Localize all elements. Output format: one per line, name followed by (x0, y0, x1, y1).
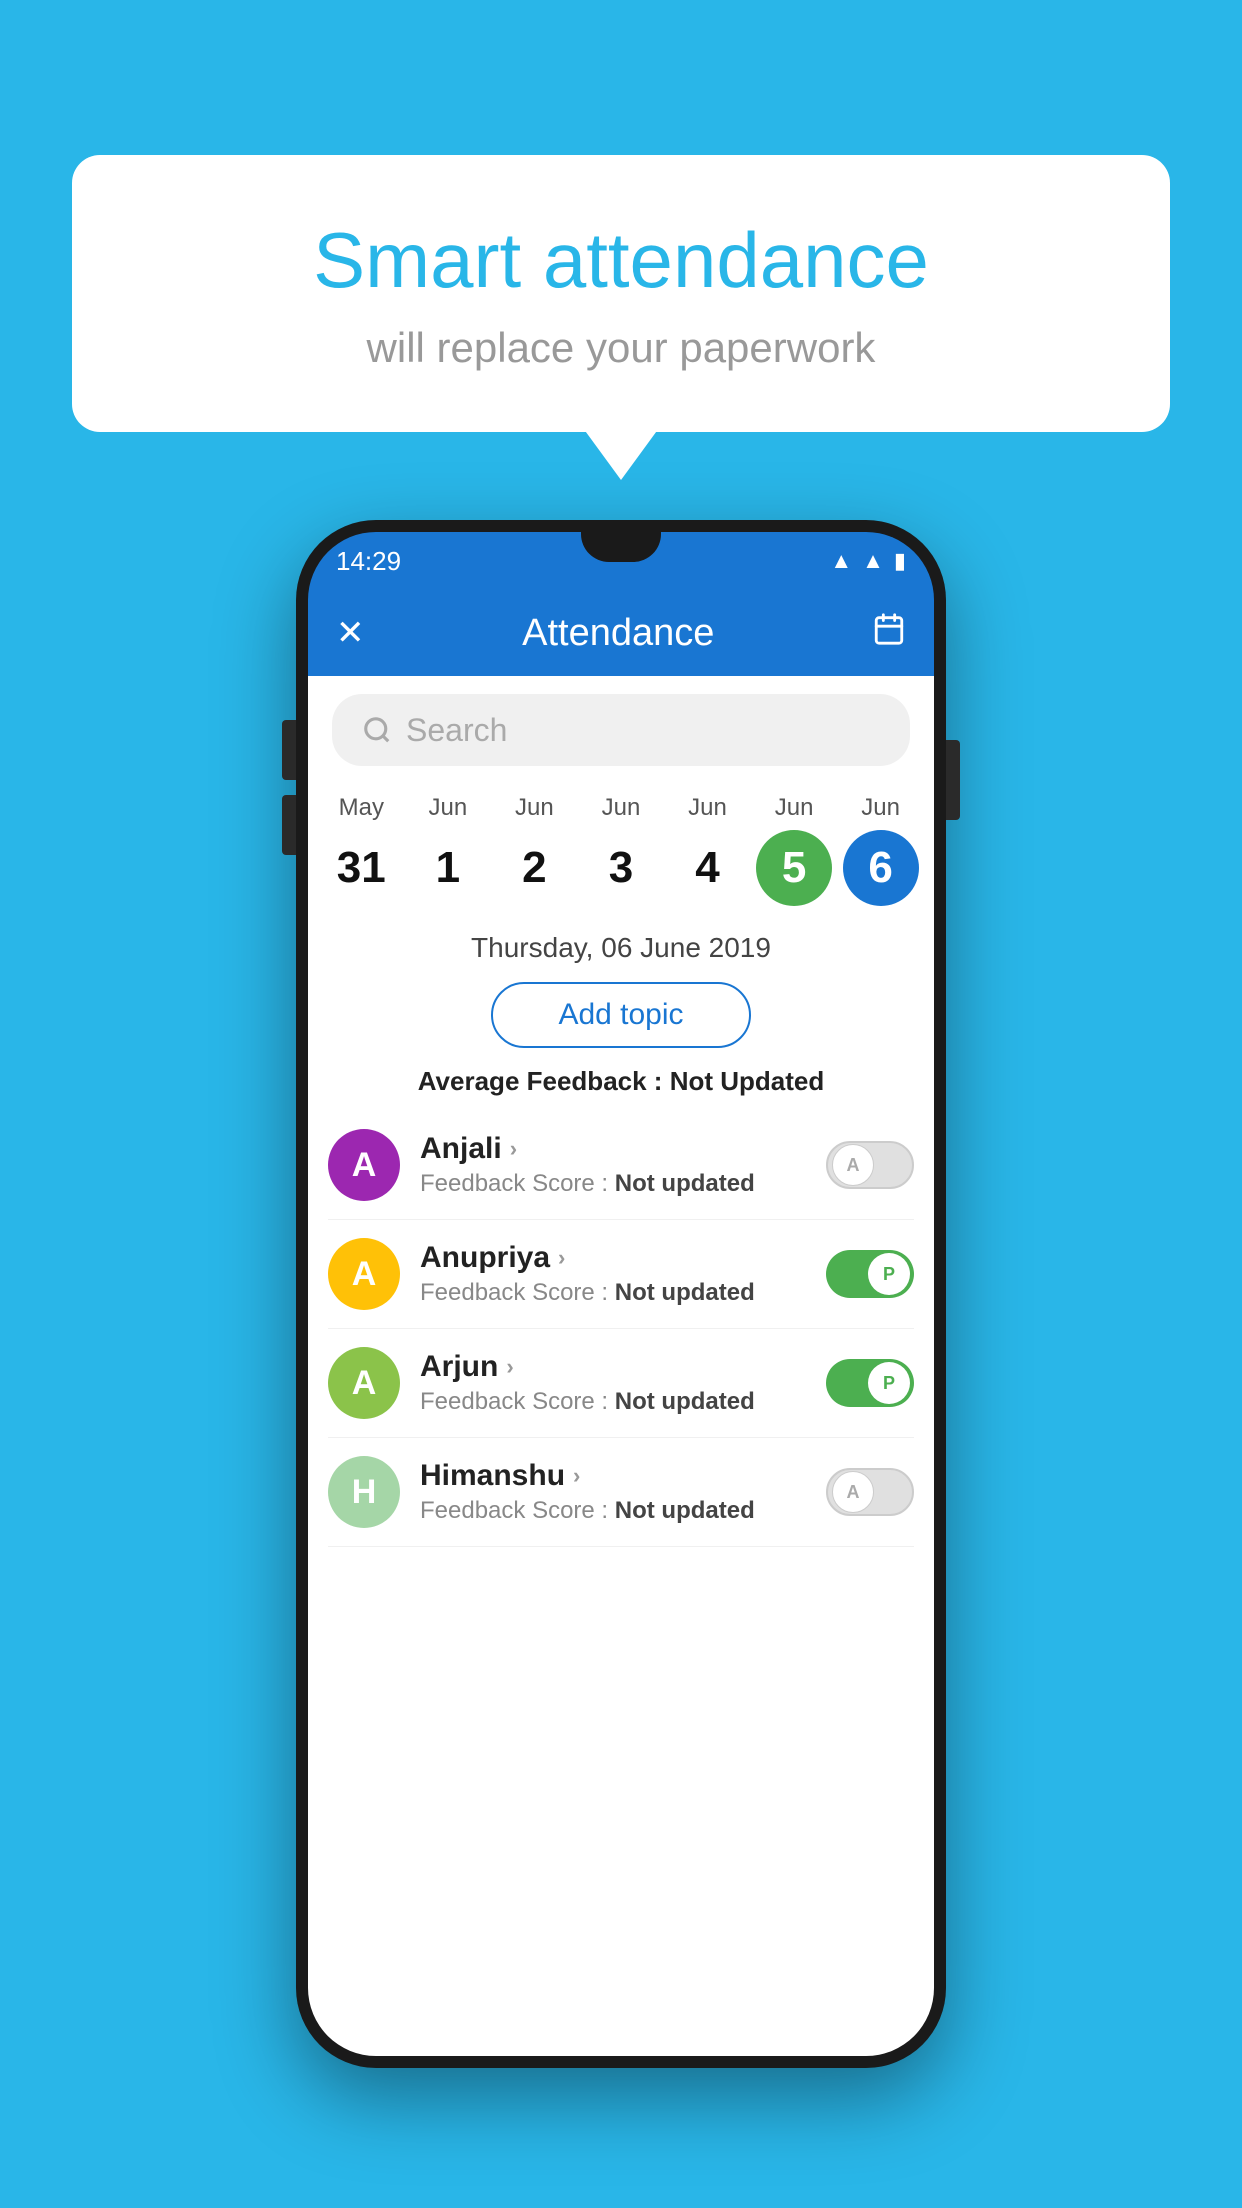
cal-date-number[interactable]: 4 (670, 830, 746, 906)
toggle-thumb: A (832, 1471, 874, 1513)
bubble-subtitle: will replace your paperwork (152, 324, 1090, 372)
average-feedback: Average Feedback : Not Updated (308, 1066, 934, 1111)
selected-date: Thursday, 06 June 2019 (308, 918, 934, 974)
student-name[interactable]: Arjun › (420, 1350, 806, 1384)
cal-month-label: May (339, 794, 384, 822)
student-row: H Himanshu › Feedback Score : Not updated A (328, 1438, 914, 1547)
status-icons: ▲ ▲ ▮ (830, 548, 906, 574)
cal-date-number[interactable]: 1 (410, 830, 486, 906)
calendar-day[interactable]: Jun 3 (583, 794, 659, 906)
phone-notch (581, 532, 661, 562)
battery-icon: ▮ (894, 548, 906, 574)
cal-date-number[interactable]: 3 (583, 830, 659, 906)
search-icon (362, 715, 392, 745)
calendar-day[interactable]: Jun 4 (670, 794, 746, 906)
phone-frame: 14:29 ▲ ▲ ▮ ✕ Attendance (296, 520, 946, 2068)
wifi-icon: ▲ (830, 548, 852, 574)
student-row: A Anupriya › Feedback Score : Not updated P (328, 1220, 914, 1329)
volume-up-button (282, 720, 296, 780)
calendar-day[interactable]: Jun 1 (410, 794, 486, 906)
attendance-toggle[interactable]: A (826, 1141, 914, 1189)
power-button (946, 740, 960, 820)
chevron-icon: › (506, 1354, 513, 1380)
student-name[interactable]: Anupriya › (420, 1241, 806, 1275)
calendar-day[interactable]: May 31 (323, 794, 399, 906)
cal-month-label: Jun (861, 794, 900, 822)
calendar-icon[interactable] (872, 612, 906, 655)
feedback-value: Not updated (615, 1170, 755, 1197)
calendar-strip: May 31 Jun 1 Jun 2 Jun 3 Jun 4 Jun 5 Jun 6 (308, 776, 934, 918)
avatar: A (328, 1238, 400, 1310)
student-info: Himanshu › Feedback Score : Not updated (420, 1459, 806, 1525)
add-topic-button[interactable]: Add topic (491, 982, 751, 1048)
close-icon[interactable]: ✕ (336, 613, 365, 653)
toggle-thumb: A (832, 1144, 874, 1186)
calendar-day[interactable]: Jun 6 (843, 794, 919, 906)
phone-screen: 14:29 ▲ ▲ ▮ ✕ Attendance (308, 532, 934, 2056)
chevron-icon: › (573, 1463, 580, 1489)
bubble-title: Smart attendance (152, 215, 1090, 306)
status-time: 14:29 (336, 546, 401, 577)
phone-content: Search May 31 Jun 1 Jun 2 Jun 3 Jun 4 Jun 5 Jun 6 Thu… (308, 676, 934, 2056)
student-info: Arjun › Feedback Score : Not updated (420, 1350, 806, 1416)
feedback-value: Not updated (615, 1497, 755, 1524)
phone-wrapper: 14:29 ▲ ▲ ▮ ✕ Attendance (296, 520, 946, 2068)
signal-icon: ▲ (862, 548, 884, 574)
avatar: A (328, 1129, 400, 1201)
feedback-score: Feedback Score : Not updated (420, 1170, 806, 1198)
search-placeholder: Search (406, 712, 507, 749)
attendance-toggle[interactable]: P (826, 1250, 914, 1298)
cal-date-number[interactable]: 5 (756, 830, 832, 906)
student-info: Anjali › Feedback Score : Not updated (420, 1132, 806, 1198)
search-bar: Search (308, 676, 934, 776)
feedback-score: Feedback Score : Not updated (420, 1279, 806, 1307)
toggle-thumb: P (868, 1362, 910, 1404)
student-list: AAnjali ›Feedback Score : Not updatedAAA… (308, 1111, 934, 1547)
cal-month-label: Jun (428, 794, 467, 822)
avatar: H (328, 1456, 400, 1528)
feedback-value: Not updated (615, 1279, 755, 1306)
cal-month-label: Jun (775, 794, 814, 822)
app-bar: ✕ Attendance (308, 590, 934, 676)
cal-date-number[interactable]: 2 (496, 830, 572, 906)
chevron-icon: › (510, 1136, 517, 1162)
feedback-score: Feedback Score : Not updated (420, 1388, 806, 1416)
chevron-icon: › (558, 1245, 565, 1271)
calendar-day[interactable]: Jun 5 (756, 794, 832, 906)
student-name[interactable]: Anjali › (420, 1132, 806, 1166)
speech-bubble: Smart attendance will replace your paper… (72, 155, 1170, 432)
app-bar-title: Attendance (522, 612, 714, 655)
attendance-toggle[interactable]: P (826, 1359, 914, 1407)
avg-feedback-label: Average Feedback : (418, 1066, 663, 1096)
cal-date-number[interactable]: 31 (323, 830, 399, 906)
feedback-score: Feedback Score : Not updated (420, 1497, 806, 1525)
search-input[interactable]: Search (332, 694, 910, 766)
calendar-day[interactable]: Jun 2 (496, 794, 572, 906)
cal-month-label: Jun (515, 794, 554, 822)
status-bar: 14:29 ▲ ▲ ▮ (308, 532, 934, 590)
student-info: Anupriya › Feedback Score : Not updated (420, 1241, 806, 1307)
student-row: A Anjali › Feedback Score : Not updated A (328, 1111, 914, 1220)
attendance-toggle[interactable]: A (826, 1468, 914, 1516)
cal-date-number[interactable]: 6 (843, 830, 919, 906)
bottom-padding (308, 1547, 934, 1587)
cal-month-label: Jun (602, 794, 641, 822)
avatar: A (328, 1347, 400, 1419)
avg-feedback-value: Not Updated (670, 1066, 825, 1096)
student-name[interactable]: Himanshu › (420, 1459, 806, 1493)
feedback-value: Not updated (615, 1388, 755, 1415)
student-row: A Arjun › Feedback Score : Not updated P (328, 1329, 914, 1438)
toggle-thumb: P (868, 1253, 910, 1295)
cal-month-label: Jun (688, 794, 727, 822)
volume-down-button (282, 795, 296, 855)
speech-bubble-container: Smart attendance will replace your paper… (72, 155, 1170, 432)
